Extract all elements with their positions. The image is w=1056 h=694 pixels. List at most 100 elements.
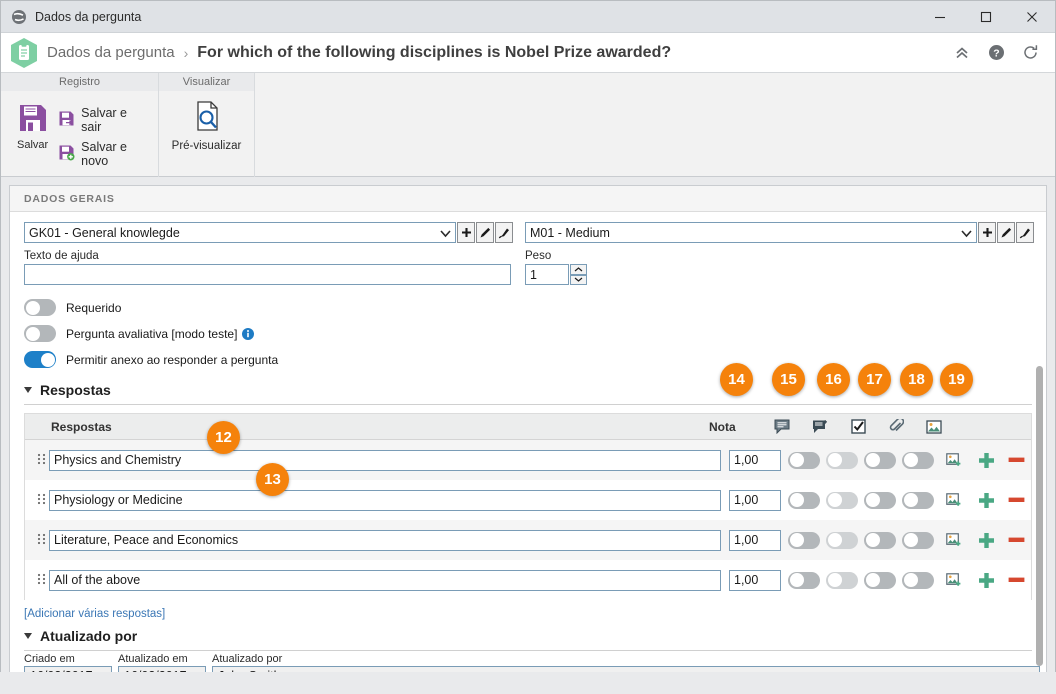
- add-image-icon[interactable]: [937, 532, 971, 548]
- answer-toggle-cell: [861, 531, 899, 549]
- respostas-section-title: Respostas: [40, 382, 111, 398]
- window-title: Dados da pergunta: [35, 9, 142, 24]
- breadcrumb-separator: ›: [183, 44, 189, 61]
- save-and-new-button[interactable]: Salvar e novo: [56, 137, 150, 171]
- vertical-scrollbar[interactable]: [1035, 366, 1044, 666]
- answer-toggle-1[interactable]: [788, 451, 820, 469]
- clear-category-button[interactable]: [495, 222, 513, 243]
- answers-table: Respostas Nota: [24, 413, 1032, 600]
- answer-toggle-cell: [823, 451, 861, 469]
- toggle-knob: [789, 493, 804, 507]
- answer-toggle-3[interactable]: [864, 571, 896, 589]
- drag-handle-icon[interactable]: [33, 453, 49, 467]
- chevron-down-icon: [24, 387, 32, 393]
- annotation-badge-19: 19: [940, 363, 973, 396]
- breadcrumb-root[interactable]: Dados da pergunta: [47, 44, 175, 61]
- drag-handle-icon[interactable]: [33, 493, 49, 507]
- help-text-label: Texto de ajuda: [24, 250, 99, 262]
- toggle-knob: [865, 573, 880, 587]
- answer-toggle-1[interactable]: [788, 491, 820, 509]
- answer-toggle-cell: [899, 531, 937, 549]
- edit-difficulty-button[interactable]: [997, 222, 1015, 243]
- add-image-icon[interactable]: [937, 452, 971, 468]
- answer-toggle-3[interactable]: [864, 531, 896, 549]
- difficulty-select[interactable]: M01 - Medium: [525, 222, 977, 243]
- edit-category-button[interactable]: [476, 222, 494, 243]
- toggle-permitir-anexo[interactable]: [24, 351, 56, 368]
- answer-text-input[interactable]: [49, 489, 721, 511]
- answer-toggle-2[interactable]: [826, 451, 858, 469]
- answer-toggle-4[interactable]: [902, 451, 934, 469]
- preview-button[interactable]: Pré-visualizar: [159, 91, 254, 152]
- remove-row-icon[interactable]: [1001, 456, 1031, 464]
- answer-toggle-1[interactable]: [788, 571, 820, 589]
- add-row-icon[interactable]: [971, 532, 1001, 549]
- answer-toggle-3[interactable]: [864, 451, 896, 469]
- answer-toggle-3[interactable]: [864, 491, 896, 509]
- column-header-comment-add: [801, 419, 839, 434]
- remove-row-icon[interactable]: [1001, 576, 1031, 584]
- content-area: DADOS GERAIS GK01 - General knowlegde Te…: [1, 177, 1055, 693]
- preview-button-label: Pré-visualizar: [171, 140, 242, 152]
- info-icon[interactable]: [242, 327, 255, 340]
- answer-text-input[interactable]: [49, 529, 721, 551]
- save-and-new-icon: [58, 144, 75, 164]
- answer-toggle-2[interactable]: [826, 531, 858, 549]
- toggle-pergunta-avaliativa[interactable]: [24, 325, 56, 342]
- category-select[interactable]: GK01 - General knowlegde: [24, 222, 456, 243]
- answer-nota-input[interactable]: [729, 449, 781, 471]
- save-and-exit-button[interactable]: Salvar e sair: [56, 103, 150, 137]
- column-header-image: [915, 419, 953, 434]
- answer-toggle-cell: [823, 571, 861, 589]
- add-difficulty-button[interactable]: [978, 222, 996, 243]
- add-image-icon[interactable]: [937, 572, 971, 588]
- answer-toggle-1[interactable]: [788, 531, 820, 549]
- add-row-icon[interactable]: [971, 452, 1001, 469]
- difficulty-field-line: M01 - Medium: [525, 222, 1034, 243]
- close-button[interactable]: [1009, 1, 1055, 32]
- weight-input[interactable]: [525, 264, 569, 285]
- answer-toggle-2[interactable]: [826, 571, 858, 589]
- answer-toggle-4[interactable]: [902, 571, 934, 589]
- weight-increment-button[interactable]: [570, 264, 587, 275]
- answer-text-input[interactable]: [49, 569, 721, 591]
- svg-text:?: ?: [993, 47, 999, 59]
- toggle-knob: [789, 453, 804, 467]
- drag-handle-icon[interactable]: [33, 573, 49, 587]
- minimize-button[interactable]: [917, 1, 963, 32]
- clear-difficulty-button[interactable]: [1016, 222, 1034, 243]
- answer-toggle-4[interactable]: [902, 531, 934, 549]
- help-icon[interactable]: ?: [981, 38, 1011, 68]
- add-many-answers-link[interactable]: [Adicionar várias respostas]: [24, 608, 165, 620]
- document-magnifier-icon: [190, 99, 224, 136]
- toggle-knob: [827, 453, 842, 467]
- answer-toggle-cell: [785, 531, 823, 549]
- toggle-requerido[interactable]: [24, 299, 56, 316]
- toggle-knob: [865, 533, 880, 547]
- answer-toggle-4[interactable]: [902, 491, 934, 509]
- collapse-ribbon-icon[interactable]: [947, 38, 977, 68]
- toggle-requerido-label: Requerido: [66, 300, 122, 315]
- answer-nota-input[interactable]: [729, 569, 781, 591]
- answer-nota-input[interactable]: [729, 529, 781, 551]
- weight-decrement-button[interactable]: [570, 274, 587, 285]
- answer-nota-input[interactable]: [729, 489, 781, 511]
- atualizado-section-header[interactable]: Atualizado por: [24, 628, 1032, 644]
- save-button[interactable]: Salvar: [9, 97, 56, 151]
- add-category-button[interactable]: [457, 222, 475, 243]
- scrollbar-thumb[interactable]: [1036, 366, 1043, 666]
- remove-row-icon[interactable]: [1001, 496, 1031, 504]
- answer-toggle-2[interactable]: [826, 491, 858, 509]
- answer-text-input[interactable]: [49, 449, 721, 471]
- column-header-nota: Nota: [709, 419, 736, 434]
- drag-handle-icon[interactable]: [33, 533, 49, 547]
- refresh-icon[interactable]: [1015, 38, 1045, 68]
- help-text-input[interactable]: [24, 264, 511, 285]
- remove-row-icon[interactable]: [1001, 536, 1031, 544]
- maximize-button[interactable]: [963, 1, 1009, 32]
- ribbon-group-visualizar: Visualizar Pré-visualizar: [159, 73, 255, 177]
- add-row-icon[interactable]: [971, 492, 1001, 509]
- add-image-icon[interactable]: [937, 492, 971, 508]
- add-row-icon[interactable]: [971, 572, 1001, 589]
- metadata-field-label: Atualizado por: [212, 653, 283, 665]
